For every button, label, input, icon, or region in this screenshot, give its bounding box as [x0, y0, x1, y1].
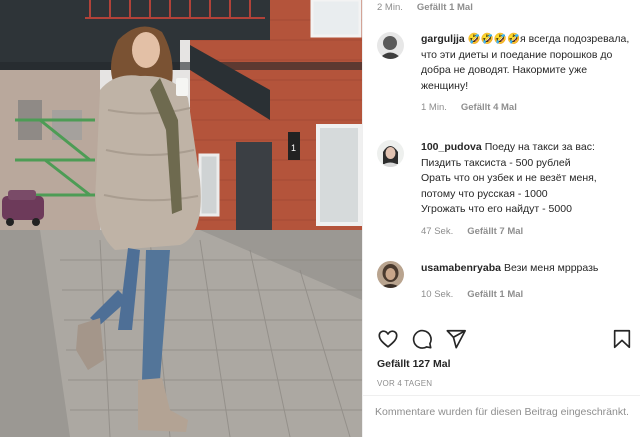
comment-likes[interactable]: Gefällt 1 Mal: [417, 2, 473, 13]
comment-time: 1 Min.: [421, 102, 447, 113]
comment-username[interactable]: usamabenryaba: [421, 262, 501, 274]
comment-list: 2 Min. Gefällt 1 Mal gargulјja 🤣🤣🤣🤣я всег…: [363, 0, 640, 318]
comment-time: 10 Sek.: [421, 288, 454, 300]
previous-comment-meta: 2 Min. Gefällt 1 Mal: [377, 2, 473, 13]
comment-item: 100_pudova Поеду на такси за вас: Пиздить…: [377, 140, 633, 237]
comment-meta: 47 Sek. Gefällt 7 Mal: [421, 226, 633, 237]
avatar-image: [377, 32, 404, 59]
comment-meta: 10 Sek. Gefällt 1 Mal: [421, 289, 633, 300]
comment-meta: 1 Min. Gefällt 4 Mal: [421, 102, 633, 113]
avatar-image: [377, 140, 404, 167]
comment-item: gargulјja 🤣🤣🤣🤣я всегда подозревала, что э…: [377, 32, 633, 113]
photo-street-scene: 1: [0, 0, 362, 437]
comment-time: 47 Sek.: [421, 225, 454, 237]
avatar[interactable]: [377, 140, 404, 167]
comments-panel: 2 Min. Gefällt 1 Mal gargulјja 🤣🤣🤣🤣я всег…: [362, 0, 640, 437]
comment-likes[interactable]: Gefällt 4 Mal: [461, 102, 517, 113]
comment-username[interactable]: gargulјja: [421, 33, 465, 45]
comment-text-block: usamabenryaba Вези меня мррразь: [421, 261, 633, 277]
comment-likes[interactable]: Gefällt 7 Mal: [467, 226, 523, 237]
comment-text-block: 100_pudova Поеду на такси за вас: Пиздить…: [421, 140, 633, 218]
heart-icon[interactable]: [377, 328, 399, 350]
avatar-image: [377, 261, 404, 288]
comment-time: 2 Min.: [377, 2, 403, 13]
comment-icon[interactable]: [411, 328, 433, 350]
post-photo: 1: [0, 0, 362, 437]
bookmark-icon[interactable]: [611, 328, 633, 350]
comment-text-block: gargulјja 🤣🤣🤣🤣я всегда подозревала, что э…: [421, 32, 633, 94]
avatar[interactable]: [377, 32, 404, 59]
comments-restricted-notice: Kommentare wurden für diesen Beitrag ein…: [363, 395, 640, 437]
comment-text: Вези меня мррразь: [503, 262, 599, 274]
post-timestamp[interactable]: VOR 4 TAGEN: [377, 379, 432, 388]
post-action-bar: [377, 328, 633, 352]
post-likes-count[interactable]: Gefällt 127 Mal: [377, 358, 451, 370]
comment-username[interactable]: 100_pudova: [421, 141, 482, 153]
comment-likes[interactable]: Gefällt 1 Mal: [467, 289, 523, 300]
avatar[interactable]: [377, 261, 404, 288]
svg-text:1: 1: [291, 143, 296, 153]
comment-item: usamabenryaba Вези меня мррразь 10 Sek. G…: [377, 261, 633, 300]
send-icon[interactable]: [445, 328, 467, 350]
